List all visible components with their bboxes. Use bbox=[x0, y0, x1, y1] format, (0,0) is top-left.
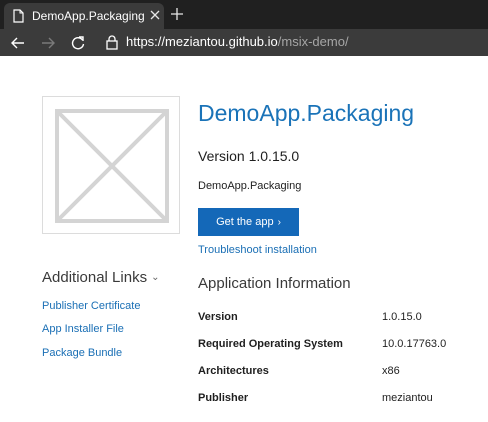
app-title: DemoApp.Packaging bbox=[198, 100, 415, 126]
info-row: Architectures x86 bbox=[198, 358, 478, 385]
additional-links-label: Additional Links bbox=[42, 269, 148, 286]
info-key: Publisher bbox=[198, 392, 249, 404]
chevron-down-icon: ⌄ bbox=[151, 272, 160, 283]
back-icon[interactable] bbox=[9, 34, 27, 52]
lock-icon[interactable] bbox=[106, 35, 118, 50]
info-row: Version 1.0.15.0 bbox=[198, 304, 478, 331]
application-information-heading: Application Information bbox=[198, 275, 351, 292]
new-tab-icon[interactable] bbox=[170, 7, 184, 21]
package-bundle-link[interactable]: Package Bundle bbox=[42, 347, 122, 359]
get-the-app-button[interactable]: Get the app › bbox=[198, 208, 299, 236]
info-value: 10.0.17763.0 bbox=[382, 338, 447, 350]
close-icon[interactable] bbox=[148, 8, 162, 22]
info-row: Required Operating System 10.0.17763.0 bbox=[198, 331, 478, 358]
refresh-icon[interactable] bbox=[69, 34, 87, 52]
url-path: /msix-demo/ bbox=[277, 34, 349, 49]
publisher-certificate-link[interactable]: Publisher Certificate bbox=[42, 300, 140, 312]
info-value: 1.0.15.0 bbox=[382, 311, 422, 323]
browser-tab[interactable]: DemoApp.Packaging bbox=[4, 3, 164, 29]
address-bar[interactable]: https://meziantou.github.io/msix-demo/ bbox=[126, 34, 349, 49]
info-key: Architectures bbox=[198, 365, 269, 377]
tab-title: DemoApp.Packaging bbox=[32, 9, 145, 23]
chevron-right-icon: › bbox=[277, 216, 281, 228]
browser-tab-strip: DemoApp.Packaging bbox=[0, 0, 488, 29]
get-the-app-label: Get the app bbox=[216, 216, 274, 228]
page-content: DemoApp.Packaging Version 1.0.15.0 DemoA… bbox=[0, 56, 488, 422]
forward-icon[interactable] bbox=[39, 34, 57, 52]
browser-toolbar: https://meziantou.github.io/msix-demo/ bbox=[0, 29, 488, 56]
troubleshoot-installation-link[interactable]: Troubleshoot installation bbox=[198, 244, 317, 256]
app-logo bbox=[42, 96, 180, 234]
app-description: DemoApp.Packaging bbox=[198, 180, 302, 192]
app-version: Version 1.0.15.0 bbox=[198, 148, 300, 164]
info-key: Version bbox=[198, 311, 238, 323]
page-icon bbox=[13, 9, 24, 23]
app-installer-file-link[interactable]: App Installer File bbox=[42, 323, 124, 335]
info-key: Required Operating System bbox=[198, 338, 343, 350]
url-host: https://meziantou.github.io bbox=[126, 34, 278, 49]
info-row: Publisher meziantou bbox=[198, 385, 478, 412]
info-value: meziantou bbox=[382, 392, 433, 404]
info-value: x86 bbox=[382, 365, 400, 377]
application-information-table: Version 1.0.15.0 Required Operating Syst… bbox=[198, 304, 478, 412]
additional-links-heading[interactable]: Additional Links ⌄ bbox=[42, 269, 159, 286]
